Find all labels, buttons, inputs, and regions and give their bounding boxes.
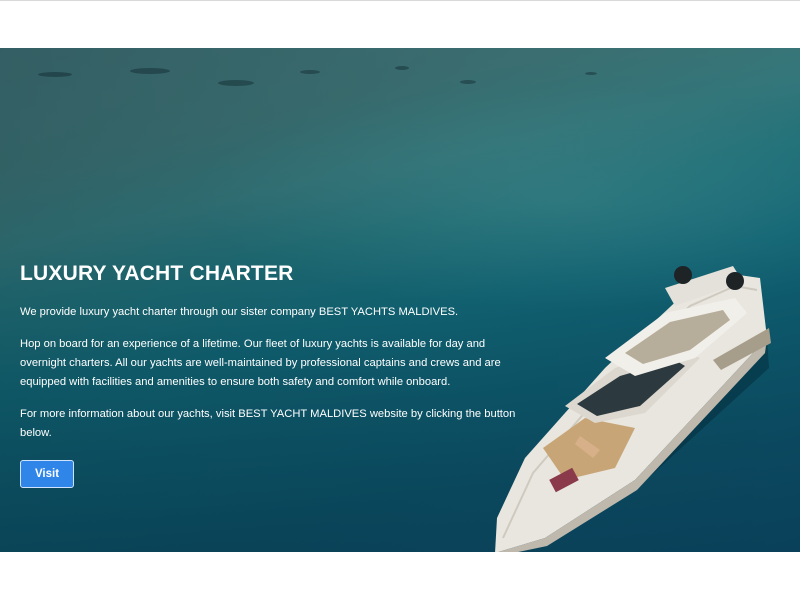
top-bar: [0, 1, 800, 48]
visit-button[interactable]: Visit: [20, 460, 74, 488]
hero-content: LUXURY YACHT CHARTER We provide luxury y…: [20, 261, 520, 488]
page-title: LUXURY YACHT CHARTER: [20, 262, 294, 285]
yacht-image: [495, 266, 771, 552]
page: LUXURY YACHT CHARTER We provide luxury y…: [0, 0, 800, 600]
more-info-paragraph: For more information about our yachts, v…: [20, 408, 516, 439]
intro-paragraph: We provide luxury yacht charter through …: [20, 306, 459, 318]
hero-section: LUXURY YACHT CHARTER We provide luxury y…: [0, 48, 800, 552]
bottom-bar: [0, 552, 800, 600]
fleet-paragraph: Hop on board for an experience of a life…: [20, 338, 501, 388]
